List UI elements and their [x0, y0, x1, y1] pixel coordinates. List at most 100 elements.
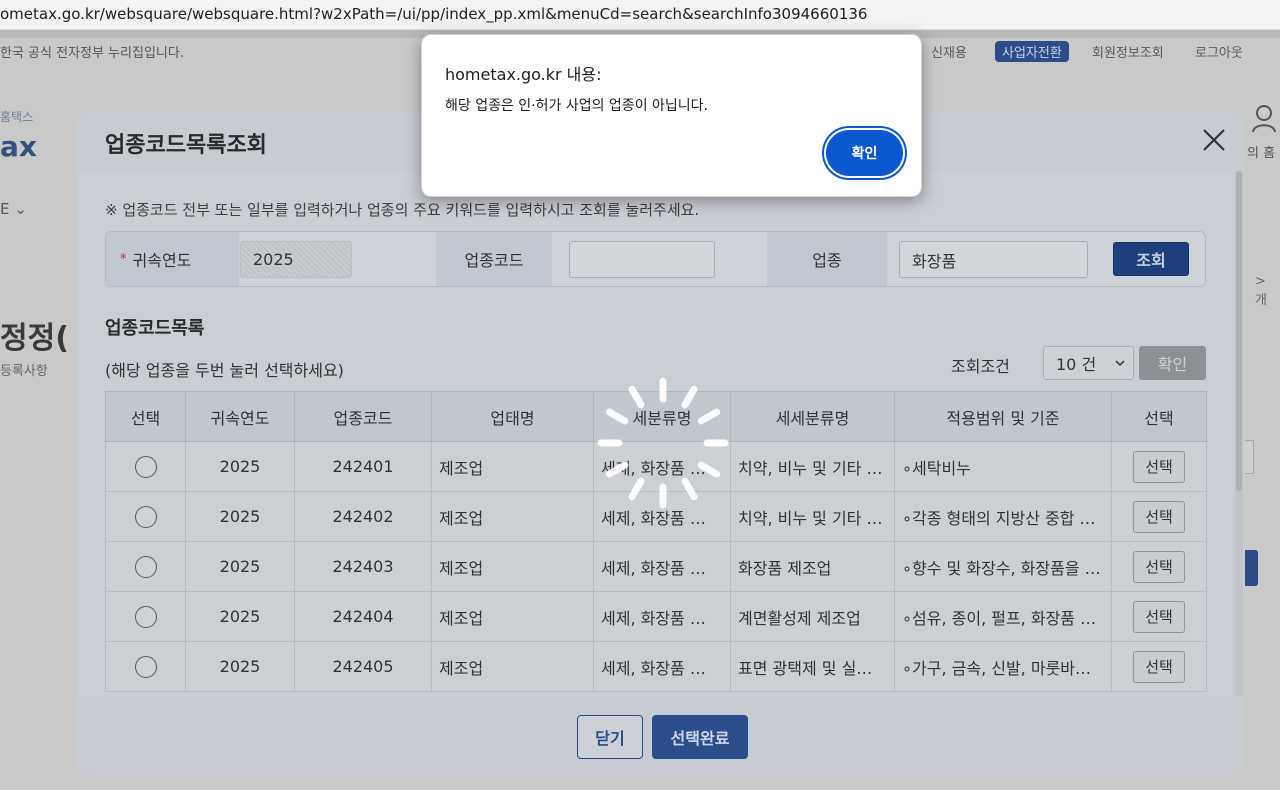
row-button-cell: 선택 — [1111, 441, 1207, 492]
header-sub-subcategory: 세세분류명 — [730, 391, 895, 442]
row-code: 242404 — [294, 591, 432, 642]
row-radio-cell — [105, 641, 186, 692]
row-button-cell: 선택 — [1111, 641, 1207, 692]
row-radio[interactable] — [134, 605, 157, 628]
row-select-button[interactable]: 선택 — [1133, 450, 1185, 483]
row-subcategory: 세제, 화장품 … — [593, 591, 731, 642]
bg-menu-user[interactable]: 신재용 — [931, 42, 967, 61]
condition-label: 조회조건 — [951, 357, 1010, 376]
bg-logo-caption: 홈택스 — [0, 110, 34, 124]
row-select-button[interactable]: 선택 — [1133, 600, 1185, 633]
row-code: 242401 — [294, 441, 432, 492]
code-label: 업종코드 — [436, 232, 552, 286]
modal-title: 업종코드목록조회 — [105, 133, 267, 158]
row-button-cell: 선택 — [1111, 541, 1207, 592]
row-sub-subcategory: 치약, 비누 및 기타 … — [730, 491, 895, 542]
user-icon[interactable] — [1252, 104, 1276, 132]
bg-right-text: 의 홈 — [1247, 146, 1276, 161]
browser-url-bar[interactable]: ometax.go.kr/websquare/websquare.html?w2… — [0, 0, 1280, 30]
row-year: 2025 — [185, 441, 295, 492]
row-scope: ∘각종 형태의 지방산 중합 … — [894, 491, 1112, 542]
table-row[interactable]: 2025 242404 제조업 세제, 화장품 … 계면활성제 제조업 ∘섬유,… — [105, 591, 1207, 642]
row-sub-subcategory: 표면 광택제 및 실… — [730, 641, 895, 692]
row-subcategory: 세제, 화장품 … — [593, 541, 731, 592]
bg-menu-logout[interactable]: 로그아웃 — [1195, 42, 1243, 61]
bg-menu-business-switch[interactable]: 사업자전환 — [995, 41, 1069, 62]
row-business-type: 제조업 — [431, 491, 594, 542]
list-title: 업종코드목록 — [105, 318, 205, 339]
search-instruction: ※ 업종코드 전부 또는 일부를 입력하거나 업종의 주요 키워드를 입력하시고… — [105, 201, 700, 219]
row-radio-cell — [105, 541, 186, 592]
row-year: 2025 — [185, 541, 295, 592]
header-year: 귀속연도 — [185, 391, 295, 442]
row-business-type: 제조업 — [431, 591, 594, 642]
bg-page-title: 정정( — [0, 321, 69, 356]
row-radio-cell — [105, 591, 186, 642]
selection-complete-button[interactable]: 선택완료 — [652, 715, 748, 759]
header-select: 선택 — [105, 391, 186, 442]
row-scope: ∘향수 및 화장수, 화장품을 … — [894, 541, 1112, 592]
row-radio[interactable] — [134, 505, 157, 528]
industry-label: 업종 — [767, 232, 887, 286]
row-button-cell: 선택 — [1111, 591, 1207, 642]
bg-gov-notice: 한국 공식 전자정부 누리집입니다. — [0, 46, 184, 61]
row-scope: ∘가구, 금속, 신발, 마룻바… — [894, 641, 1112, 692]
row-scope: ∘섬유, 종이, 펄프, 화장품 … — [894, 591, 1112, 642]
alert-message: 해당 업종은 인·허가 사업의 업종이 아닙니다. — [445, 98, 708, 114]
close-icon[interactable] — [1201, 127, 1227, 153]
row-select-button[interactable]: 선택 — [1133, 550, 1185, 583]
code-input[interactable] — [569, 241, 715, 278]
row-radio-cell — [105, 441, 186, 492]
required-mark: * — [120, 251, 127, 267]
row-sub-subcategory: 치약, 비누 및 기타 … — [730, 441, 895, 492]
condition-confirm-button[interactable]: 확인 — [1139, 346, 1206, 380]
row-select-button[interactable]: 선택 — [1133, 650, 1185, 683]
header-select-button: 선택 — [1111, 391, 1207, 442]
row-code: 242403 — [294, 541, 432, 592]
row-business-type: 제조업 — [431, 541, 594, 592]
row-radio[interactable] — [134, 455, 157, 478]
industry-input[interactable]: 화장품 — [899, 241, 1088, 278]
header-scope: 적용범위 및 기준 — [894, 391, 1112, 442]
row-button-cell: 선택 — [1111, 491, 1207, 542]
chevron-down-icon — [1115, 360, 1125, 367]
row-scope: ∘세탁비누 — [894, 441, 1112, 492]
row-radio[interactable] — [134, 555, 157, 578]
search-button[interactable]: 조회 — [1113, 242, 1189, 276]
alert-ok-button[interactable]: 확인 — [826, 130, 903, 176]
page-size-select[interactable]: 10 건 — [1043, 346, 1134, 380]
row-sub-subcategory: 계면활성제 제조업 — [730, 591, 895, 642]
bg-menu-member-info[interactable]: 회원정보조회 — [1092, 42, 1164, 61]
url-text[interactable]: ometax.go.kr/websquare/websquare.html?w2… — [0, 5, 867, 23]
bg-nav-item[interactable]: E ⌄ — [0, 200, 27, 218]
row-radio[interactable] — [134, 655, 157, 678]
modal-scrollbar[interactable] — [1235, 171, 1243, 696]
row-year: 2025 — [185, 641, 295, 692]
row-code: 242402 — [294, 491, 432, 542]
bg-page-subtitle: 등록사항 — [0, 364, 48, 379]
table-row[interactable]: 2025 242405 제조업 세제, 화장품 … 표면 광택제 및 실… ∘가… — [105, 641, 1207, 692]
row-radio-cell — [105, 491, 186, 542]
row-sub-subcategory: 화장품 제조업 — [730, 541, 895, 592]
modal-footer: 닫기 선택완료 — [77, 696, 1245, 776]
list-hint: (해당 업종을 두번 눌러 선택하세요) — [105, 361, 344, 380]
row-year: 2025 — [185, 591, 295, 642]
browser-alert-dialog: hometax.go.kr 내용: 해당 업종은 인·허가 사업의 업종이 아닙… — [421, 34, 922, 197]
year-field: 2025 — [240, 241, 352, 278]
year-label: * 귀속연도 — [106, 232, 239, 286]
row-business-type: 제조업 — [431, 641, 594, 692]
row-subcategory: 세제, 화장품 … — [593, 641, 731, 692]
bg-breadcrumb: > 개 — [1255, 274, 1267, 308]
search-panel: * 귀속연도 2025 업종코드 업종 화장품 조회 — [105, 231, 1206, 287]
bg-logo[interactable]: ax — [0, 130, 37, 163]
header-code: 업종코드 — [294, 391, 432, 442]
row-code: 242405 — [294, 641, 432, 692]
loading-spinner-icon — [597, 377, 729, 509]
row-year: 2025 — [185, 491, 295, 542]
row-business-type: 제조업 — [431, 441, 594, 492]
header-business-type: 업태명 — [431, 391, 594, 442]
table-row[interactable]: 2025 242403 제조업 세제, 화장품 … 화장품 제조업 ∘향수 및 … — [105, 541, 1207, 592]
close-button[interactable]: 닫기 — [577, 715, 643, 759]
scrollbar-thumb[interactable] — [1236, 171, 1242, 491]
row-select-button[interactable]: 선택 — [1133, 500, 1185, 533]
